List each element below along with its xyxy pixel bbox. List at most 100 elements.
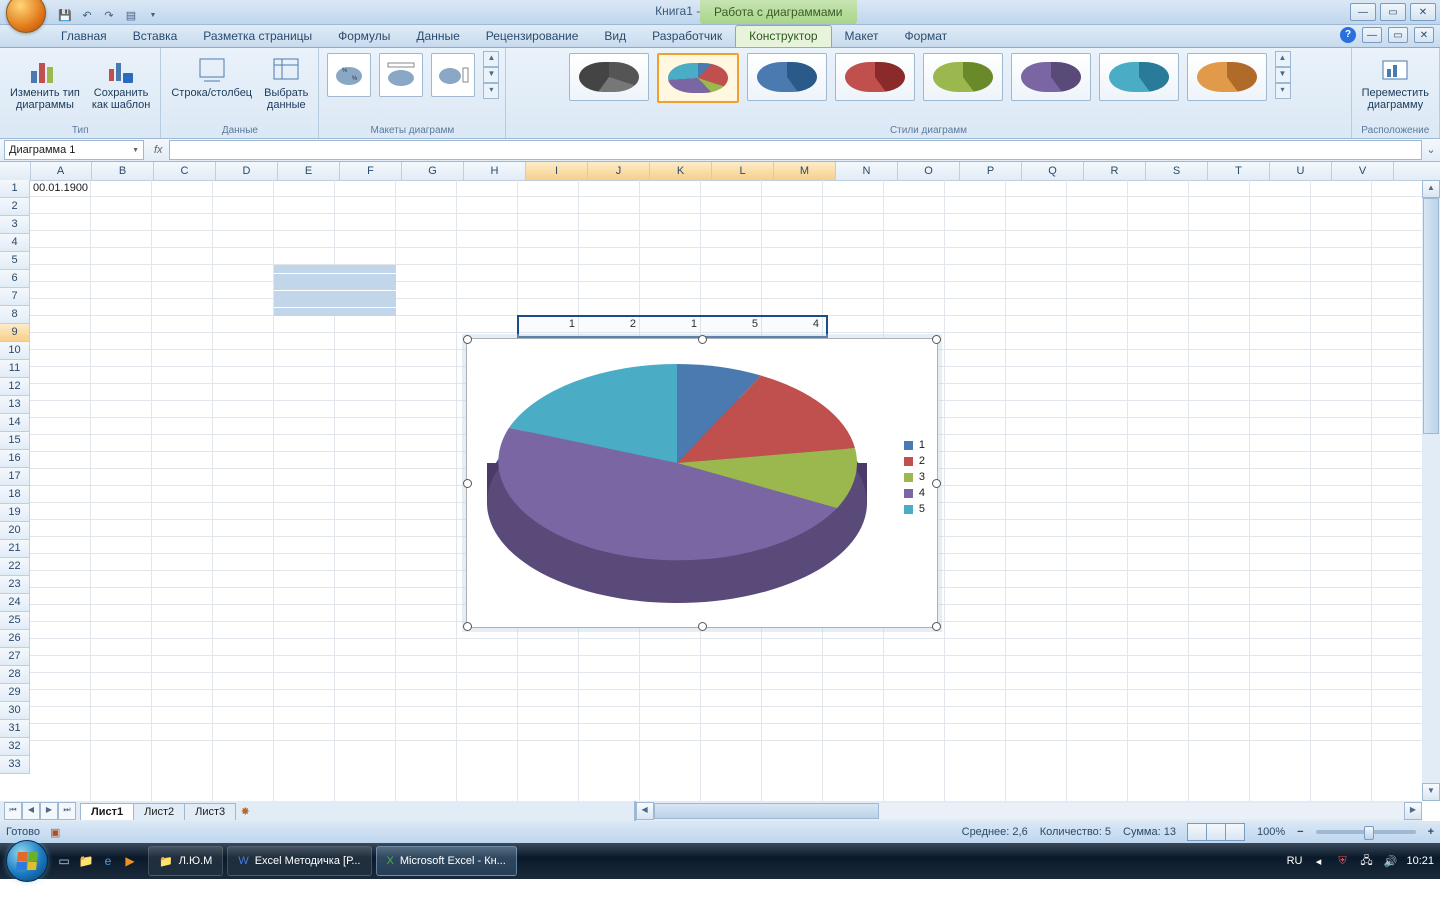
row-header-1[interactable]: 1	[0, 180, 30, 198]
select-data-button[interactable]: Выбрать данные	[260, 51, 312, 113]
tab-data[interactable]: Данные	[403, 26, 472, 47]
chart-style-4[interactable]	[835, 53, 915, 101]
horizontal-scrollbar[interactable]: ◀ ▶	[634, 801, 1422, 821]
view-page-layout-button[interactable]	[1206, 823, 1226, 841]
column-header-H[interactable]: H	[464, 162, 526, 180]
row-header-9[interactable]: 9	[0, 324, 30, 342]
zoom-out-button[interactable]: −	[1297, 826, 1303, 838]
select-all-corner[interactable]	[0, 162, 31, 181]
row-header-3[interactable]: 3	[0, 216, 30, 234]
tab-developer[interactable]: Разработчик	[639, 26, 735, 47]
row-header-26[interactable]: 26	[0, 630, 30, 648]
row-header-20[interactable]: 20	[0, 522, 30, 540]
chart-style-1[interactable]	[569, 53, 649, 101]
scroll-right-button[interactable]: ▶	[1404, 802, 1422, 820]
view-normal-button[interactable]	[1187, 823, 1207, 841]
row-header-27[interactable]: 27	[0, 648, 30, 666]
column-header-A[interactable]: A	[30, 162, 92, 180]
tab-format[interactable]: Формат	[892, 26, 961, 47]
formula-bar-expand-icon[interactable]: ⌄	[1424, 143, 1438, 157]
ie-icon[interactable]: e	[98, 849, 118, 873]
tab-layout[interactable]: Макет	[832, 26, 892, 47]
column-header-U[interactable]: U	[1270, 162, 1332, 180]
sheet-tab-1[interactable]: Лист1	[80, 803, 134, 820]
view-page-break-button[interactable]	[1225, 823, 1245, 841]
print-icon[interactable]: ▤	[122, 6, 140, 24]
sheet-tab-2[interactable]: Лист2	[133, 803, 185, 820]
fx-icon[interactable]: fx	[154, 144, 163, 156]
move-chart-button[interactable]: Переместить диаграмму	[1358, 51, 1433, 113]
chart-handle[interactable]	[932, 479, 941, 488]
tab-page-layout[interactable]: Разметка страницы	[190, 26, 325, 47]
scroll-up-button[interactable]: ▲	[1422, 180, 1440, 198]
chart-handle[interactable]	[932, 622, 941, 631]
row-header-17[interactable]: 17	[0, 468, 30, 486]
vertical-scrollbar[interactable]: ▲ ▼	[1422, 180, 1440, 801]
chart-handle[interactable]	[698, 622, 707, 631]
language-indicator[interactable]: RU	[1287, 855, 1303, 867]
row-header-21[interactable]: 21	[0, 540, 30, 558]
doc-minimize-button[interactable]: —	[1362, 27, 1382, 43]
vscroll-thumb[interactable]	[1423, 198, 1439, 434]
column-header-K[interactable]: K	[650, 162, 712, 180]
zoom-level[interactable]: 100%	[1257, 826, 1285, 838]
row-header-12[interactable]: 12	[0, 378, 30, 396]
chart-layout-3[interactable]	[431, 53, 475, 97]
chart-handle[interactable]	[463, 622, 472, 631]
row-header-18[interactable]: 18	[0, 486, 30, 504]
maximize-button[interactable]: ▭	[1380, 3, 1406, 21]
chart-style-5[interactable]	[923, 53, 1003, 101]
row-header-10[interactable]: 10	[0, 342, 30, 360]
media-player-icon[interactable]: ▶	[120, 849, 140, 873]
row-header-28[interactable]: 28	[0, 666, 30, 684]
row-header-2[interactable]: 2	[0, 198, 30, 216]
chart-object[interactable]: 1 2 3 4 5	[466, 338, 938, 628]
save-icon[interactable]: 💾	[56, 6, 74, 24]
chart-style-8[interactable]	[1187, 53, 1267, 101]
change-chart-type-button[interactable]: Изменить тип диаграммы	[6, 51, 84, 113]
doc-restore-button[interactable]: ▭	[1388, 27, 1408, 43]
row-header-15[interactable]: 15	[0, 432, 30, 450]
tray-shield-icon[interactable]: ⛨	[1334, 853, 1350, 869]
row-header-14[interactable]: 14	[0, 414, 30, 432]
close-button[interactable]: ✕	[1410, 3, 1436, 21]
chart-handle[interactable]	[463, 479, 472, 488]
tray-volume-icon[interactable]: 🔊	[1382, 853, 1398, 869]
tab-home[interactable]: Главная	[48, 26, 120, 47]
tab-design[interactable]: Конструктор	[735, 25, 831, 47]
row-header-13[interactable]: 13	[0, 396, 30, 414]
tray-clock[interactable]: 10:21	[1406, 855, 1434, 867]
row-header-24[interactable]: 24	[0, 594, 30, 612]
taskbar-word-button[interactable]: WExcel Методичка [Р...	[227, 846, 371, 876]
chart-style-2[interactable]	[657, 53, 739, 103]
doc-close-button[interactable]: ✕	[1414, 27, 1434, 43]
chart-style-7[interactable]	[1099, 53, 1179, 101]
column-header-R[interactable]: R	[1084, 162, 1146, 180]
chart-style-6[interactable]	[1011, 53, 1091, 101]
taskbar-folder-button[interactable]: 📁Л.Ю.М	[148, 846, 223, 876]
row-header-22[interactable]: 22	[0, 558, 30, 576]
layouts-up-button[interactable]: ▲	[483, 51, 499, 67]
column-header-I[interactable]: I	[526, 162, 588, 180]
column-header-T[interactable]: T	[1208, 162, 1270, 180]
column-header-S[interactable]: S	[1146, 162, 1208, 180]
minimize-button[interactable]: —	[1350, 3, 1376, 21]
tab-view[interactable]: Вид	[591, 26, 639, 47]
row-header-32[interactable]: 32	[0, 738, 30, 756]
zoom-thumb[interactable]	[1364, 826, 1374, 840]
chart-handle[interactable]	[698, 335, 707, 344]
tab-nav-prev[interactable]: ◀	[22, 802, 40, 820]
save-as-template-button[interactable]: Сохранить как шаблон	[88, 51, 155, 113]
chart-handle[interactable]	[932, 335, 941, 344]
column-header-L[interactable]: L	[712, 162, 774, 180]
tab-insert[interactable]: Вставка	[120, 26, 191, 47]
column-header-O[interactable]: O	[898, 162, 960, 180]
switch-row-column-button[interactable]: Строка/столбец	[167, 51, 256, 101]
scroll-down-button[interactable]: ▼	[1422, 783, 1440, 801]
start-button[interactable]	[6, 840, 48, 882]
tab-nav-first[interactable]: ⏮	[4, 802, 22, 820]
row-header-25[interactable]: 25	[0, 612, 30, 630]
styles-more-button[interactable]: ▾	[1275, 83, 1291, 99]
cell-A1[interactable]: 00.01.1900	[30, 180, 91, 197]
row-header-33[interactable]: 33	[0, 756, 30, 774]
